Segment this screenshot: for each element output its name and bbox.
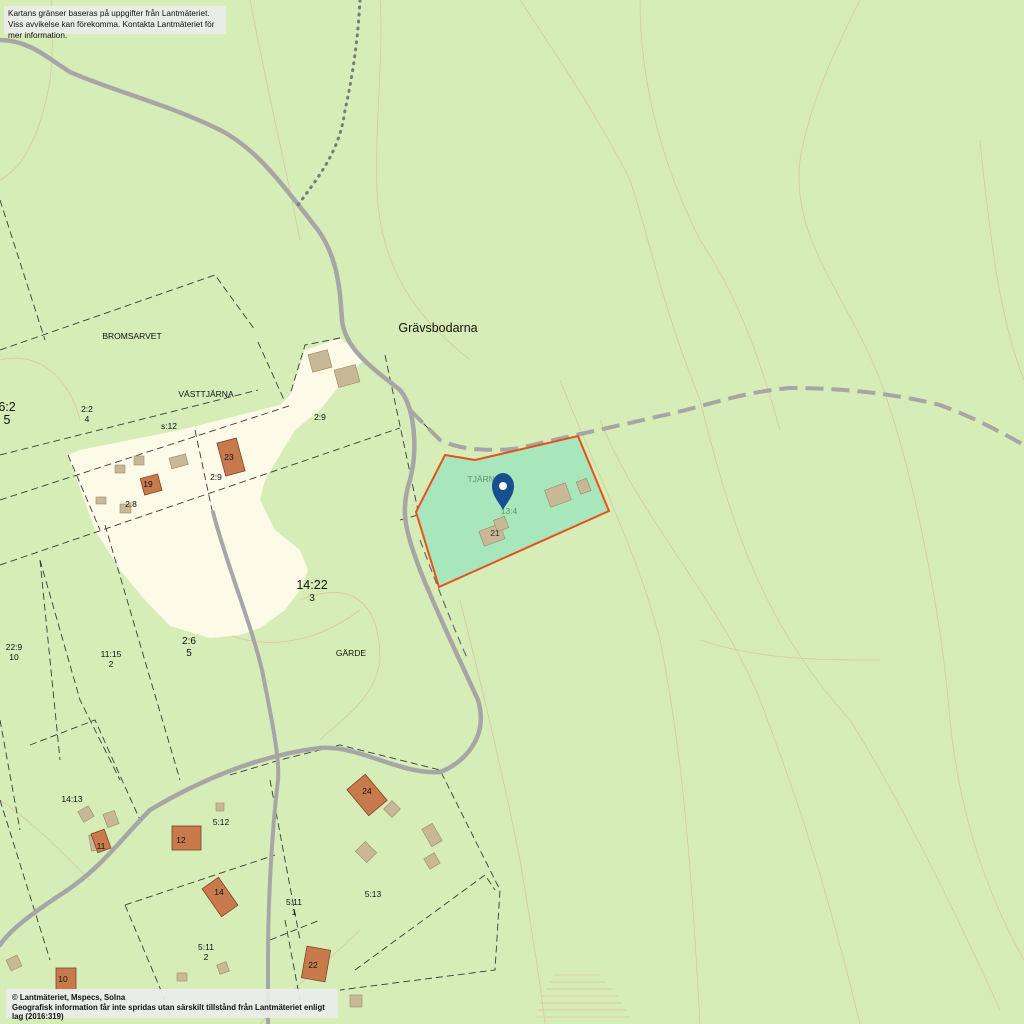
notice-line: Kartans gränser baseras på uppgifter frå… <box>8 9 210 18</box>
house-number: 10 <box>58 974 68 984</box>
house-number: 12 <box>176 835 186 845</box>
place-gravsbodarna: Grävsbodarna <box>398 321 477 335</box>
place-garde: GÄRDE <box>336 648 367 658</box>
parcel-label: s:12 <box>161 421 177 431</box>
house-number: 23 <box>224 452 234 462</box>
boundary-notice: Kartans gränser baseras på uppgifter frå… <box>4 6 226 40</box>
place-bromsarvet: BROMSARVET <box>102 331 161 341</box>
house-number: 24 <box>362 786 372 796</box>
parcel-label: 2 <box>204 952 209 962</box>
parcel-label: 2:9 <box>210 472 222 482</box>
parcel-label: 2:9 <box>314 412 326 422</box>
parcel-label: 10 <box>9 652 19 662</box>
parcel-label: 2:8 <box>125 499 137 509</box>
house-number: 19 <box>143 479 153 489</box>
parcel-label: 5 <box>4 413 11 427</box>
parcel-label: 4 <box>85 414 90 424</box>
copyright-notice: © Lantmäteriet, Mspecs, Solna Geografisk… <box>6 989 338 1021</box>
parcel-label: 2:6 <box>182 636 196 647</box>
parcel-label: 5:11 <box>198 942 214 952</box>
parcel-label: 5:12 <box>213 817 230 827</box>
parcel-label: 5 <box>186 648 192 659</box>
parcel-label: 22:9 <box>6 642 23 652</box>
notice-line: Viss avvikelse kan förekomma. Kontakta L… <box>8 20 215 40</box>
map-canvas[interactable]: Grävsbodarna BROMSARVET VÄSTTJÄRNA TJÄRN… <box>0 0 1024 1024</box>
parcel-label: 14:13 <box>61 794 83 804</box>
parcel-label: 2 <box>109 659 114 669</box>
house-number: 22 <box>308 960 318 970</box>
property-building-number: 21 <box>490 528 500 538</box>
parcel-label: 14:22 <box>296 578 327 592</box>
parcel-label: 3 <box>309 593 315 604</box>
parcel-label: 5:13 <box>365 889 382 899</box>
copyright-line: Geografisk information får inte spridas … <box>12 1002 325 1022</box>
place-vasttjarna: VÄSTTJÄRNA <box>178 389 234 399</box>
parcel-label: 2:2 <box>81 404 93 414</box>
copyright-line: © Lantmäteriet, Mspecs, Solna <box>12 993 126 1002</box>
house-number: 14 <box>214 887 224 897</box>
parcel-label: 5:11 <box>286 897 302 907</box>
parcel-label: 11:15 <box>101 649 122 659</box>
parcel-label: 6:2 <box>0 400 16 414</box>
parcel-label: 1 <box>292 907 297 917</box>
house-number: 11 <box>97 841 106 851</box>
